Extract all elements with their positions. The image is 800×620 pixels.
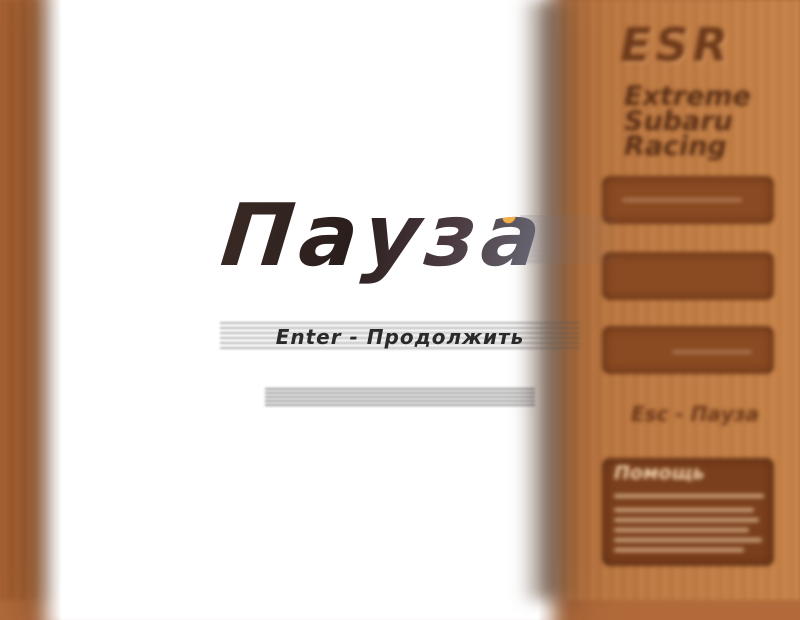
game-subtitle: Extreme Subaru Racing	[624, 83, 794, 162]
pause-title: Пауза	[216, 188, 608, 284]
help-line	[614, 528, 749, 532]
help-line	[614, 494, 764, 498]
help-title: Помощь	[614, 462, 705, 484]
level-value-blur	[672, 350, 752, 354]
track-right-shadow	[520, 0, 570, 600]
help-line	[614, 518, 759, 522]
side-panel: ESR Extreme Subaru Racing Esc - Пауза По…	[590, 0, 800, 600]
score-value-blur	[622, 198, 742, 202]
track-left-shadow	[40, 0, 62, 600]
help-line	[614, 508, 754, 512]
blurred-menu-line	[265, 388, 535, 406]
subtitle-line-3: Racing	[624, 131, 727, 162]
pause-key-hint: Esc - Пауза	[630, 402, 760, 426]
help-box: Помощь	[602, 458, 774, 566]
help-line	[614, 548, 744, 552]
help-line	[614, 538, 762, 542]
level-box	[602, 326, 774, 374]
game-field	[60, 0, 540, 620]
game-logo: ESR	[620, 18, 732, 72]
resume-hint: Enter - Продолжить	[275, 325, 525, 349]
